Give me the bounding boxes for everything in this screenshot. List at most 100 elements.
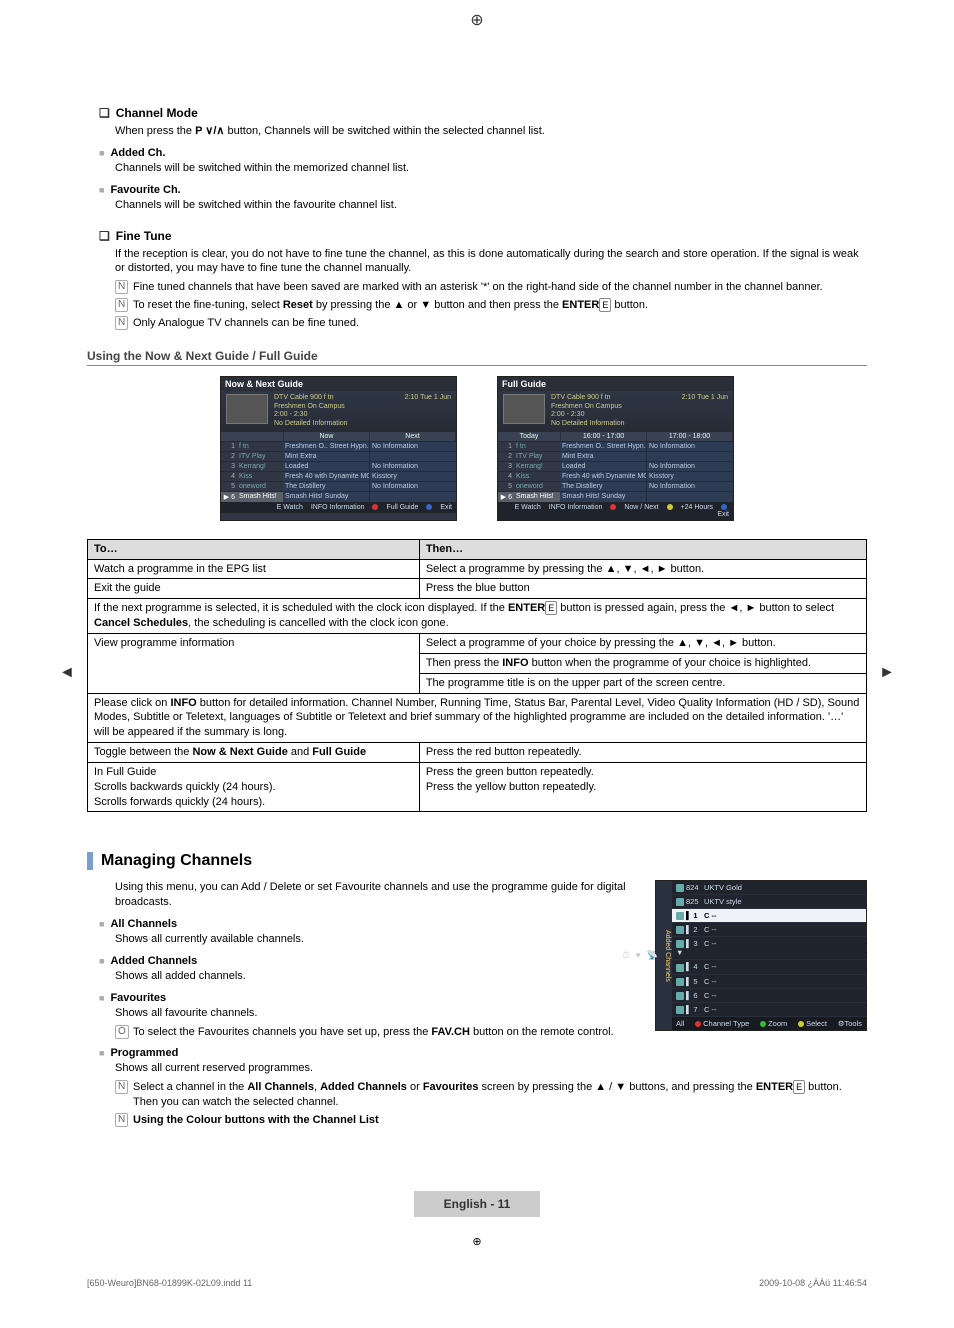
row-num: 2 [221, 452, 237, 461]
tv-icon [676, 964, 684, 972]
guide-row: 1f tnFreshmen O.. Street Hypn..No Inform… [221, 441, 456, 451]
channel-name: C -- [704, 1005, 862, 1014]
row-ch: Kerrang! [514, 462, 560, 471]
tv-icon [676, 912, 684, 920]
fav-ch-body: Channels will be switched within the fav… [115, 198, 867, 213]
foot-yellow: +24 Hours [681, 504, 714, 511]
row-ch: Smash Hits! [237, 492, 283, 502]
channel-num: ▌ 1 [676, 911, 704, 920]
added-ch-title: Added Ch. [110, 147, 165, 159]
note-icon: N [115, 1080, 128, 1094]
txt: button when the programme of your choice… [529, 657, 812, 669]
remote-icon: O [115, 1025, 129, 1039]
channel-num: ▌ 7 [676, 1005, 704, 1014]
txt: Toggle between the [94, 746, 192, 758]
bullet-icon: ■ [99, 1048, 104, 1058]
channel-list-box: Added Channels 📡 ♥ ⏱ 824UKTV Gold825UKTV… [655, 880, 867, 1030]
txt: Now & Next Guide [192, 746, 287, 758]
txt: Select a channel in the [133, 1081, 247, 1093]
row-slot1: Mint Extra [560, 452, 647, 461]
enter-icon: E [793, 1080, 805, 1094]
txt: Scrolls backwards quickly (24 hours). [94, 780, 413, 795]
row-num: 5 [498, 482, 514, 491]
channel-row: ▌ 1C -- [672, 909, 866, 923]
td: Press the blue button [419, 579, 866, 599]
txt: button is pressed again, press the ◄, ► … [557, 602, 834, 614]
txt: , the scheduling is cancelled with the c… [188, 617, 449, 629]
heading-fine-tune: Fine Tune [99, 229, 867, 243]
col-next: Next [370, 432, 456, 441]
tv-icon [676, 978, 684, 986]
yellow-dot-icon [667, 504, 673, 510]
row-slot2: Kisstory [647, 472, 733, 481]
tv-icon [676, 992, 684, 1000]
heading-using-guide: Using the Now & Next Guide / Full Guide [87, 349, 867, 366]
guide-row: 2ITV PlayMint Extra [221, 451, 456, 461]
row-ch: Kerrang! [237, 462, 283, 471]
row-slot1: Loaded [283, 462, 370, 471]
page-footer: English - 11 [87, 1191, 867, 1217]
td: The programme title is on the upper part… [419, 673, 866, 693]
channel-num: ▌ 3 ▼ [676, 939, 704, 957]
fine-tune-note3: NOnly Analogue TV channels can be fine t… [115, 316, 867, 331]
tv-icon [676, 1006, 684, 1014]
row-slot1: Loaded [560, 462, 647, 471]
txt: FAV.CH [431, 1026, 470, 1038]
txt: To select the Favourites channels you ha… [133, 1026, 431, 1038]
channel-row: ▌ 3 ▼C -- [672, 937, 866, 960]
channel-name: C -- [704, 991, 862, 1000]
row-ch: ITV Play [514, 452, 560, 461]
row-num: 1 [221, 442, 237, 451]
td-span: Please click on INFO button for detailed… [88, 693, 867, 743]
programmed-body: Shows all current reserved programmes. [115, 1061, 867, 1076]
tv-icon [676, 926, 684, 934]
page-number-label: English - 11 [414, 1191, 541, 1217]
row-slot1: The Distillery [283, 482, 370, 491]
full-guide-box: Full Guide DTV Cable 900 f tn Freshmen O… [497, 376, 734, 521]
guide-row: 3Kerrang!LoadedNo Information [498, 461, 733, 471]
heading-channel-mode: Channel Mode [99, 106, 867, 120]
fine-tune-body: If the reception is clear, you do not ha… [115, 247, 867, 277]
col-slot1: 16:00 - 17:00 [561, 432, 647, 441]
row-slot1: Smash Hits! Sunday [560, 492, 647, 502]
guide-row: ▶ 6Smash Hits!Smash Hits! Sunday [498, 491, 733, 502]
note-icon: N [115, 316, 128, 330]
row-ch: Smash Hits! [514, 492, 560, 502]
channel-name: C -- [704, 977, 862, 986]
txt: Freshmen On Campus [551, 403, 676, 412]
channel-mode-desc: When press the P ∨/∧ button, Channels wi… [115, 124, 867, 139]
tv-icon [676, 884, 684, 892]
txt: No Detailed Information [274, 420, 399, 429]
guide-row: 1f tnFreshmen O.. Street Hypn..No Inform… [498, 441, 733, 451]
foot-info: INFO Information [549, 504, 603, 511]
txt: Fine tuned channels that have been saved… [133, 281, 823, 293]
txt: by pressing the ▲ or ▼ button and then p… [313, 299, 562, 311]
td: View programme information [88, 633, 420, 693]
managing-body: Added Channels 📡 ♥ ⏱ 824UKTV Gold825UKTV… [87, 880, 867, 1130]
txt: Scrolls forwards quickly (24 hours). [94, 795, 413, 810]
guide-rows: 1f tnFreshmen O.. Street Hypn..No Inform… [221, 441, 456, 502]
channel-num: 824 [676, 883, 704, 892]
programmed-title: Programmed [110, 1047, 178, 1059]
foot-exit: Exit [440, 504, 452, 511]
file-timestamp: 2009-10-08 ¿ÀÀü 11:46:54 [759, 1278, 867, 1288]
td-span: If the next programme is selected, it is… [88, 599, 867, 634]
section-title: Managing Channels [101, 852, 252, 870]
tv-icon [676, 940, 684, 948]
heading-channel-mode-text: Channel Mode [116, 106, 198, 120]
txt: 2:00 - 2:30 [274, 411, 399, 420]
row-num: ▶ 6 [221, 492, 237, 502]
row-slot1: Freshmen O.. Street Hypn.. [560, 442, 647, 451]
txt: Press the yellow button repeatedly. [426, 780, 860, 795]
row-ch: f tn [237, 442, 283, 451]
td: Exit the guide [88, 579, 420, 599]
guide-time: 2:10 Tue 1 Jun [682, 394, 728, 401]
bottom-file-bar: [650-Weuro]BN68-01899K-02L09.indd 11 200… [87, 1278, 867, 1288]
guide-row: 5onewordThe DistilleryNo Information [498, 481, 733, 491]
foot-info: INFO Information [311, 504, 365, 511]
guide-footer: E Watch INFO Information Full Guide Exit [221, 502, 456, 513]
row-slot2 [370, 492, 456, 502]
heading-fine-tune-text: Fine Tune [116, 229, 172, 243]
enter-icon: E [545, 601, 557, 615]
txt: Freshmen On Campus [274, 403, 399, 412]
